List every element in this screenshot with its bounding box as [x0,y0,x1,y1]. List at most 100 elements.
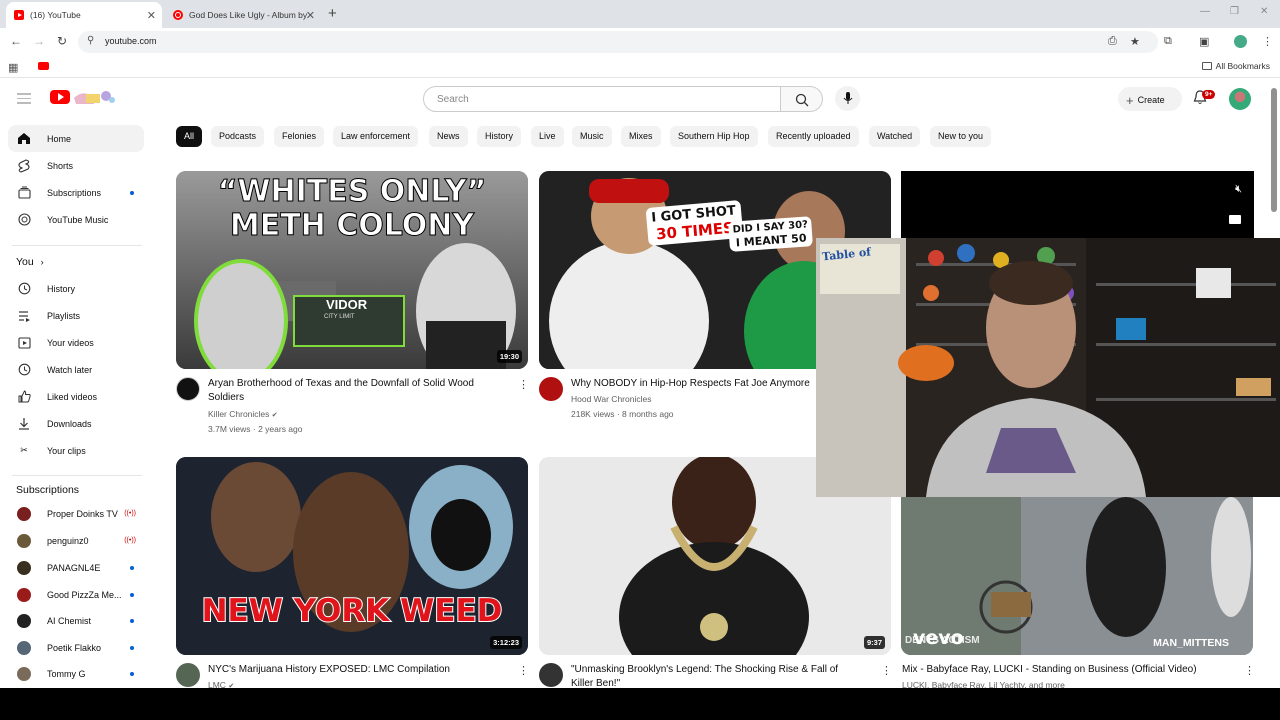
sidebar-item-your-clips[interactable]: ✂ Your clips [8,437,144,464]
sidebar-item-subscription[interactable]: penguinz0 ((•)) [8,527,144,554]
youtube-bookmark-icon[interactable] [38,62,49,70]
chip-podcasts[interactable]: Podcasts [211,126,265,147]
more-actions-icon[interactable]: ⋮ [1244,664,1255,677]
new-content-dot [130,618,134,623]
forward-icon[interactable]: → [33,34,45,48]
captions-icon[interactable] [1229,215,1241,224]
channel-name[interactable]: Killer Chronicles ✔ [208,409,278,419]
back-icon[interactable]: ← [10,34,22,48]
inline-player[interactable]: 🔇︎ [901,171,1254,241]
more-actions-icon[interactable]: ⋮ [518,664,529,677]
chrome-menu-icon[interactable]: ⋮ [1262,35,1273,48]
side-panel-icon[interactable]: ▣ [1199,35,1209,48]
microphone-icon [843,92,853,104]
address-bar[interactable]: ⚲ youtube.com [78,31,1158,53]
sidebar-item-subscription[interactable]: AI Chemist [8,607,144,634]
channel-avatar [17,506,31,521]
video-thumbnail[interactable]: NEW YORK WEED 3:12:23 [176,457,528,655]
account-avatar[interactable] [1229,88,1251,110]
bookmarks-bar: ▦ All Bookmarks [0,56,1280,78]
sidebar-item-subscription[interactable]: Proper Doinks TV ((•)) [8,500,144,527]
video-title[interactable]: "Unmasking Brooklyn's Legend: The Shocki… [571,663,871,688]
video-title-line: Killer Ben!" [571,678,621,688]
reload-icon[interactable]: ↻ [57,34,67,48]
chip-new-to-you[interactable]: New to you [930,126,992,147]
search-input[interactable]: Search [423,86,781,112]
doodle-logo-icon[interactable] [72,88,116,106]
chip-watched[interactable]: Watched [869,126,921,147]
more-actions-icon[interactable]: ⋮ [518,378,529,391]
thumbnail-title-text: NEW YORK WEED [201,592,504,630]
close-tab-icon[interactable]: ✕ [306,9,315,22]
sidebar-item-subscription[interactable]: Poetik Flakko [8,634,144,661]
sidebar-item-subscription[interactable]: Tommy G [8,660,144,687]
you-section-title[interactable]: You › [16,256,44,268]
chip-felonies[interactable]: Felonies [274,126,325,147]
sidebar-item-shorts[interactable]: Shorts [8,152,144,179]
chip-music[interactable]: Music [572,126,612,147]
bookmark-star-icon[interactable]: ★ [1130,35,1140,48]
maximize-icon[interactable]: ❐ [1230,6,1239,17]
tab-youtube[interactable]: (16) YouTube ✕ [6,2,162,28]
profile-avatar-icon[interactable] [1234,35,1247,48]
sidebar-item-home[interactable]: Home [8,125,144,152]
video-title-line: "Unmasking Brooklyn's Legend: The Shocki… [571,664,839,675]
install-app-icon[interactable]: ⎙ [1108,35,1117,48]
chip-recently-uploaded[interactable]: Recently uploaded [768,126,859,147]
menu-icon[interactable] [17,93,31,107]
site-info-icon[interactable]: ⚲ [87,35,94,46]
voice-search-button[interactable] [835,86,860,111]
video-thumbnail[interactable]: “WHITES ONLY” METH COLONY VIDOR CITY LIM… [176,171,528,369]
new-tab-icon[interactable]: + [328,5,337,22]
minimize-icon[interactable]: — [1200,6,1210,17]
verified-icon: ✔ [228,683,235,688]
chip-southern-hip-hop[interactable]: Southern Hip Hop [670,126,758,147]
video-title[interactable]: NYC's Marijuana History EXPOSED: LMC Com… [208,663,508,677]
channel-avatar [17,533,31,548]
page-scrollbar[interactable] [1271,88,1277,212]
create-button[interactable]: + Create [1118,87,1182,111]
channel-avatar[interactable] [176,663,200,687]
channel-avatar[interactable] [539,377,563,401]
chip-news[interactable]: News [429,126,468,147]
more-actions-icon[interactable]: ⋮ [881,664,892,677]
new-content-dot [130,592,134,597]
search-button[interactable] [781,86,823,112]
close-tab-icon[interactable]: ✕ [147,9,156,22]
video-thumbnail[interactable]: vevo DENTS ACTISM MAN_MITTENS [901,497,1253,655]
sidebar-item-label: Playlists [47,310,81,321]
close-window-icon[interactable]: ✕ [1260,6,1268,17]
muted-icon[interactable]: 🔇︎ [1235,183,1242,196]
channel-avatar[interactable] [176,377,200,401]
chip-all[interactable]: All [176,126,203,147]
chip-live[interactable]: Live [531,126,564,147]
youtube-logo-icon[interactable] [50,90,70,104]
sidebar-item-downloads[interactable]: Downloads [8,410,144,437]
sidebar-item-youtube-music[interactable]: YouTube Music [8,206,144,233]
sign-subtext: CITY LIMIT [324,314,355,320]
chip-mixes[interactable]: Mixes [621,126,661,147]
sidebar-item-playlists[interactable]: Playlists [8,302,144,329]
thumbnail-title-text: “WHITES ONLY” [217,174,487,209]
chip-history[interactable]: History [477,126,522,147]
chip-law-enforcement[interactable]: Law enforcement [333,126,419,147]
all-bookmarks-button[interactable]: All Bookmarks [1201,61,1270,71]
sidebar-item-subscription[interactable]: Good PizzZa Me... [8,581,144,608]
sidebar-item-history[interactable]: History [8,275,144,302]
video-title[interactable]: Aryan Brotherhood of Texas and the Downf… [208,377,508,405]
channel-avatar[interactable] [539,663,563,687]
sidebar-item-liked-videos[interactable]: Liked videos [8,383,144,410]
channel-name[interactable]: LMC ✔ [208,680,234,688]
tab-album[interactable]: God Does Like Ugly - Album by ✕ [165,2,321,28]
channel-name[interactable]: LUCKI, Babyface Ray, Lil Yachty, and mor… [902,680,1065,688]
video-title[interactable]: Mix - Babyface Ray, LUCKI - Standing on … [902,663,1242,677]
sidebar-item-label: Good PizzZa Me... [47,589,122,600]
sidebar-item-watch-later[interactable]: Watch later [8,356,144,383]
playlists-icon [17,309,31,323]
extensions-icon[interactable]: ⧉ [1164,35,1172,48]
apps-grid-icon[interactable]: ▦ [8,61,18,74]
sidebar-item-subscriptions[interactable]: Subscriptions [8,179,144,206]
channel-name[interactable]: Hood War Chronicles [571,394,651,404]
sidebar-item-your-videos[interactable]: Your videos [8,329,144,356]
sidebar-item-subscription[interactable]: PANAGNL4E [8,554,144,581]
